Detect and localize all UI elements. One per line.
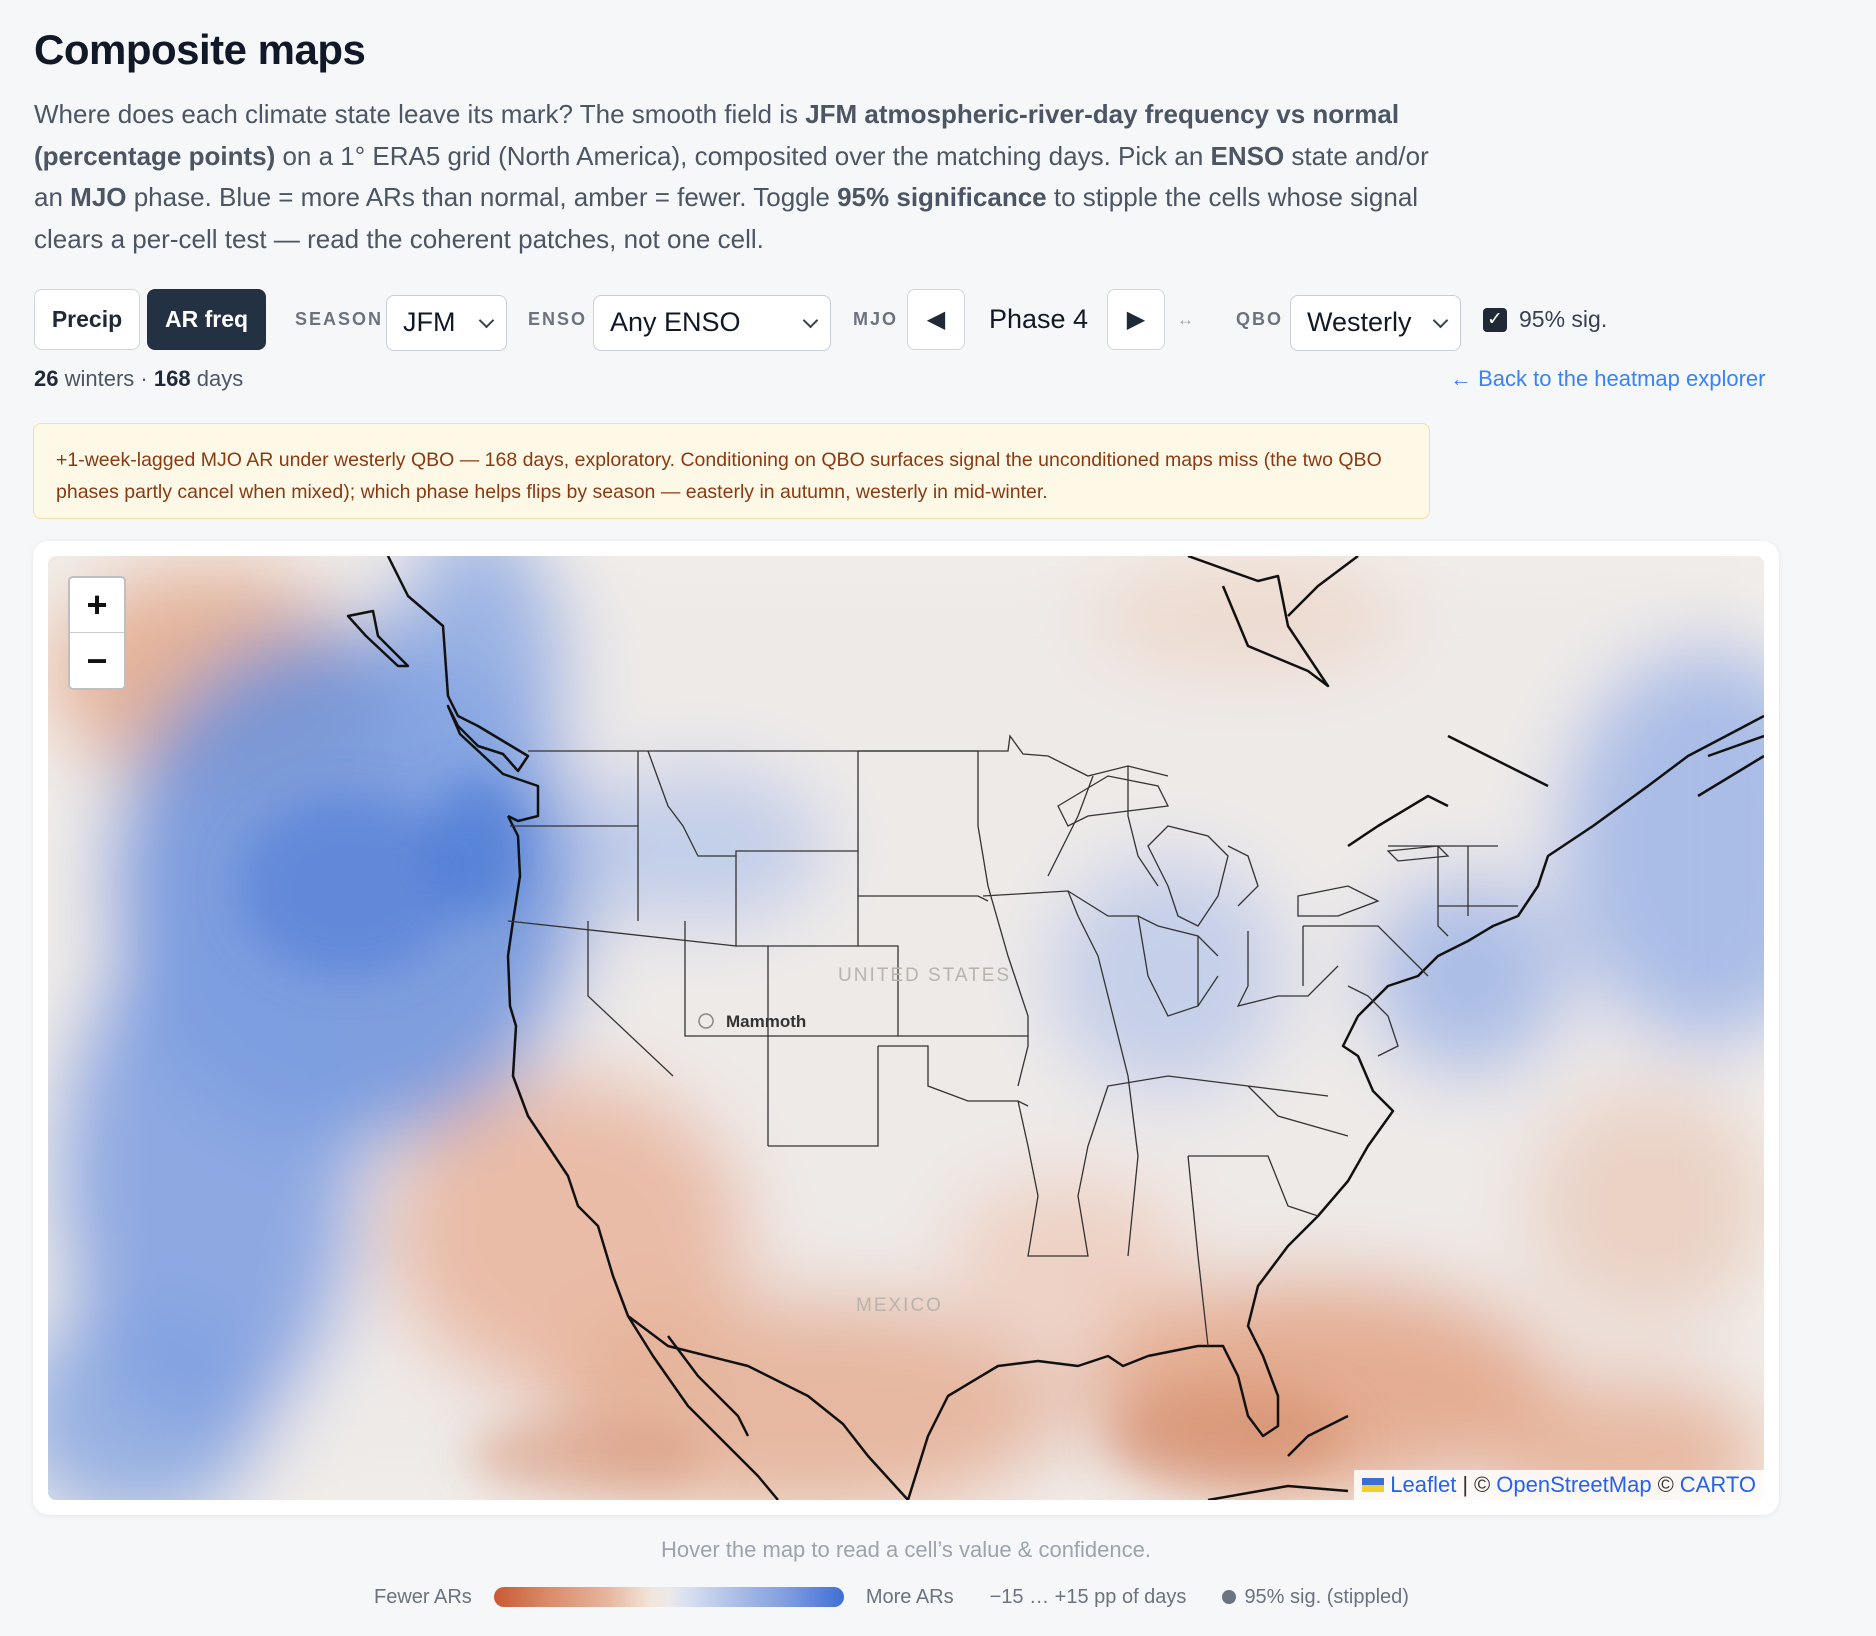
back-to-heatmap-link[interactable]: ← Back to the heatmap explorer [1450,366,1766,392]
chevron-down-icon [478,312,495,328]
qbo-value: Westerly [1307,307,1412,337]
map-card: UNITED STATES MEXICO Mammoth + − Leaflet… [33,541,1779,1515]
intro-bold: MJO [70,182,127,212]
mjo-prev-button[interactable]: ◀ [907,289,965,350]
season-value: JFM [403,307,456,337]
place-label-mammoth: Mammoth [726,1012,806,1031]
composite-map[interactable]: UNITED STATES MEXICO Mammoth + − Leaflet… [48,556,1764,1500]
triangle-left-icon: ◀ [926,306,946,333]
zoom-control: + − [68,576,126,690]
intro-text: Where does each climate state leave its … [34,94,1444,260]
winters-count: 26 [34,366,59,391]
link-arrows-icon[interactable]: ↔ [1177,310,1194,330]
ar-freq-button[interactable]: AR freq [147,289,266,350]
legend-more-label: More ARs [865,1585,954,1608]
checkbox-checked-icon[interactable]: ✓ [1483,307,1507,332]
chevron-down-icon [1432,312,1449,328]
significance-label: 95% sig. [1519,306,1608,332]
attribution-separator: | [1462,1472,1469,1497]
leaflet-link[interactable]: Leaflet [1390,1472,1456,1498]
carto-link[interactable]: CARTO [1680,1472,1756,1498]
intro-bold: 95% significance [837,182,1047,212]
intro-part: phase. Blue = more ARs than normal, ambe… [126,182,838,212]
country-label-us: UNITED STATES [838,965,1011,986]
osm-link[interactable]: OpenStreetMap [1496,1472,1651,1498]
intro-part: on a 1° ERA5 grid (North America), compo… [275,140,1211,171]
mjo-phase-value: Phase 4 [989,304,1089,334]
days-label: days [196,366,244,391]
intro-part: Where does each climate state leave its … [34,99,806,129]
map-attribution: Leaflet | © OpenStreetMap © CARTO [1354,1470,1764,1500]
zoom-in-button[interactable]: + [70,578,124,633]
legend-fewer-label: Fewer ARs [374,1585,472,1608]
triangle-right-icon: ▶ [1126,306,1146,333]
map-layer[interactable]: UNITED STATES MEXICO Mammoth [48,556,1764,1500]
controls-bar: Precip AR freq SEASON JFM ENSO Any ENSO … [34,289,1614,351]
season-label: SEASON [295,309,384,329]
legend-sig-label: 95% sig. (stippled) [1244,1585,1409,1608]
legend-range: −15 … +15 pp of days [989,1585,1187,1608]
enso-label: ENSO [528,309,588,329]
anomaly-field [48,556,1764,1500]
mjo-next-button[interactable]: ▶ [1107,289,1165,350]
color-legend: Fewer ARs More ARs −15 … +15 pp of days … [374,1582,1409,1612]
zoom-out-button[interactable]: − [70,633,124,688]
qbo-select[interactable]: Westerly [1290,294,1461,351]
winters-label: winters [64,366,135,391]
significance-toggle[interactable]: ✓ 95% sig. [1483,289,1607,350]
precip-button[interactable]: Precip [34,289,140,350]
enso-value: Any ENSO [610,307,741,337]
ukraine-flag-icon [1362,1478,1385,1492]
legend-color-ramp [493,1587,844,1607]
stipple-dot-icon [1222,1590,1237,1604]
days-count: 168 [153,366,191,391]
page-title: Composite maps [34,26,366,73]
season-select[interactable]: JFM [386,294,507,351]
enso-select[interactable]: Any ENSO [593,294,831,351]
country-label-mexico: MEXICO [856,1295,943,1316]
sample-counts: 26 winters · 168 days [34,366,243,392]
exploratory-note: +1-week-lagged MJO AR under westerly QBO… [33,423,1430,519]
separator: · [140,366,148,391]
copyright-symbol: © [1474,1472,1491,1497]
qbo-label: QBO [1236,309,1284,329]
copyright-symbol: © [1657,1472,1674,1497]
hover-hint: Hover the map to read a cell’s value & c… [661,1537,1151,1562]
intro-bold: ENSO [1210,140,1285,171]
chevron-down-icon [802,312,819,328]
mjo-label: MJO [853,309,899,329]
